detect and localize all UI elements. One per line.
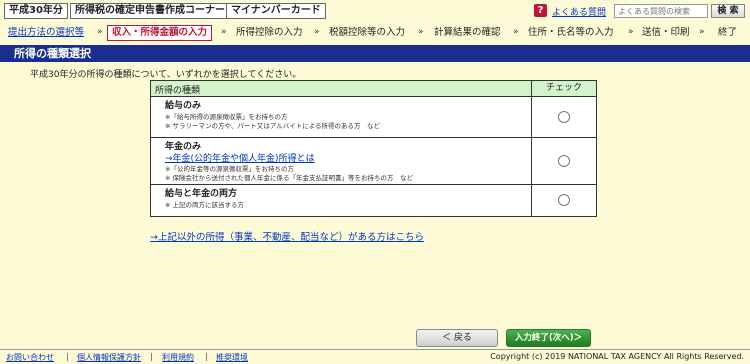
year-label: 平成30年分 <box>4 3 68 19</box>
other-income-link[interactable]: →上記以外の所得（事業、不動産、配当など）がある方はこちら <box>150 229 424 243</box>
step-address-input: 住所・氏名等の入力 <box>528 27 614 38</box>
step-separator: » <box>221 27 227 37</box>
faq-search-input[interactable] <box>614 4 708 18</box>
salary-only-radio[interactable] <box>558 111 570 123</box>
step-tax-credit-input: 税額控除等の入力 <box>329 27 406 38</box>
header-income-type: 所得の種類 <box>155 86 201 96</box>
row-note: ※「公的年金等の源泉徴収票」をお持ちの方 <box>165 165 294 173</box>
check-cell <box>531 97 596 137</box>
footer-divider <box>0 349 750 350</box>
instruction-text: 平成30年分の所得の種類について、いずれかを選択してください。 <box>30 70 302 80</box>
row-note: ※「給与所得の源泉徴収票」をお持ちの方 <box>165 113 288 121</box>
next-button[interactable]: 入力終了(次へ)＞ <box>506 329 591 347</box>
footer-privacy-link[interactable]: 個人情報保護方針 <box>77 352 141 363</box>
table-row-pension[interactable]: 年金のみ →年金(公的年金や個人年金)所得とは ※「公的年金等の源泉徴収票」をお… <box>151 138 596 185</box>
step-separator: » <box>97 27 103 37</box>
footer-terms-link[interactable]: 利用規約 <box>162 352 194 363</box>
pension-only-radio[interactable] <box>558 155 570 167</box>
row-title: 給与のみ <box>165 101 202 111</box>
top-bar: 平成30年分 所得税の確定申告書作成コーナー マイナンバーカード ? よくある質… <box>0 0 750 22</box>
step-income-input: 収入・所得金額の入力 <box>107 25 213 41</box>
row-title: 給与と年金の両方 <box>165 189 238 199</box>
step-finish: 終了 <box>718 27 738 38</box>
step-separator: » <box>418 27 424 37</box>
check-cell <box>531 138 596 184</box>
pension-info-link[interactable]: →年金(公的年金や個人年金)所得とは <box>165 154 531 165</box>
footer-separator: | <box>66 352 69 361</box>
table-row-both[interactable]: 給与と年金の両方 ※ 上記の両方に該当する方 <box>151 185 596 216</box>
salary-and-pension-radio[interactable] <box>558 194 570 206</box>
row-note: ※ 上記の両方に該当する方 <box>165 201 245 209</box>
corner-title[interactable]: 所得税の確定申告書作成コーナー <box>70 3 230 19</box>
check-cell <box>531 185 596 216</box>
row-note: ※ サラリーマンの方や、パート又はアルバイトによる所得のある方 など <box>165 122 381 130</box>
step-separator: » <box>628 27 634 37</box>
copyright-text: Copyright (c) 2019 NATIONAL TAX AGENCY A… <box>490 352 744 361</box>
back-button[interactable]: ＜ 戻る <box>416 329 498 347</box>
footer-separator: | <box>205 352 208 361</box>
mynumber-card-label[interactable]: マイナンバーカード <box>226 3 326 19</box>
section-title: 所得の種類選択 <box>0 45 750 62</box>
step-navigation: 提出方法の選択等 » 収入・所得金額の入力 » 所得控除の入力 » 税額控除等の… <box>0 24 750 42</box>
table-header: 所得の種類 チェック <box>151 81 596 97</box>
row-title: 年金のみ <box>165 142 202 152</box>
row-note: ※ 保険会社から送付された個人年金に係る「年金支払証明書」等をお持ちの方 など <box>165 174 414 182</box>
step-result-check: 計算結果の確認 <box>434 27 501 38</box>
step-send-print: 送信・印刷 <box>642 27 690 38</box>
header-check: チェック <box>531 81 596 96</box>
faq-link[interactable]: よくある質問 <box>552 5 606 18</box>
footer-separator: | <box>150 352 153 361</box>
step-submission-method[interactable]: 提出方法の選択等 <box>8 26 84 40</box>
step-separator: » <box>699 27 705 37</box>
income-type-table: 所得の種類 チェック 給与のみ ※「給与所得の源泉徴収票」をお持ちの方 ※ サラ… <box>150 80 597 217</box>
help-icon[interactable]: ? <box>534 4 547 17</box>
step-separator: » <box>314 27 320 37</box>
table-row-salary[interactable]: 給与のみ ※「給与所得の源泉徴収票」をお持ちの方 ※ サラリーマンの方や、パート… <box>151 97 596 138</box>
step-separator: » <box>513 27 519 37</box>
footer-env-link[interactable]: 推奨環境 <box>216 352 248 363</box>
search-button[interactable]: 検 索 <box>711 4 745 18</box>
footer-contact-link[interactable]: お問い合わせ <box>6 352 54 363</box>
step-deduction-input: 所得控除の入力 <box>236 27 303 38</box>
